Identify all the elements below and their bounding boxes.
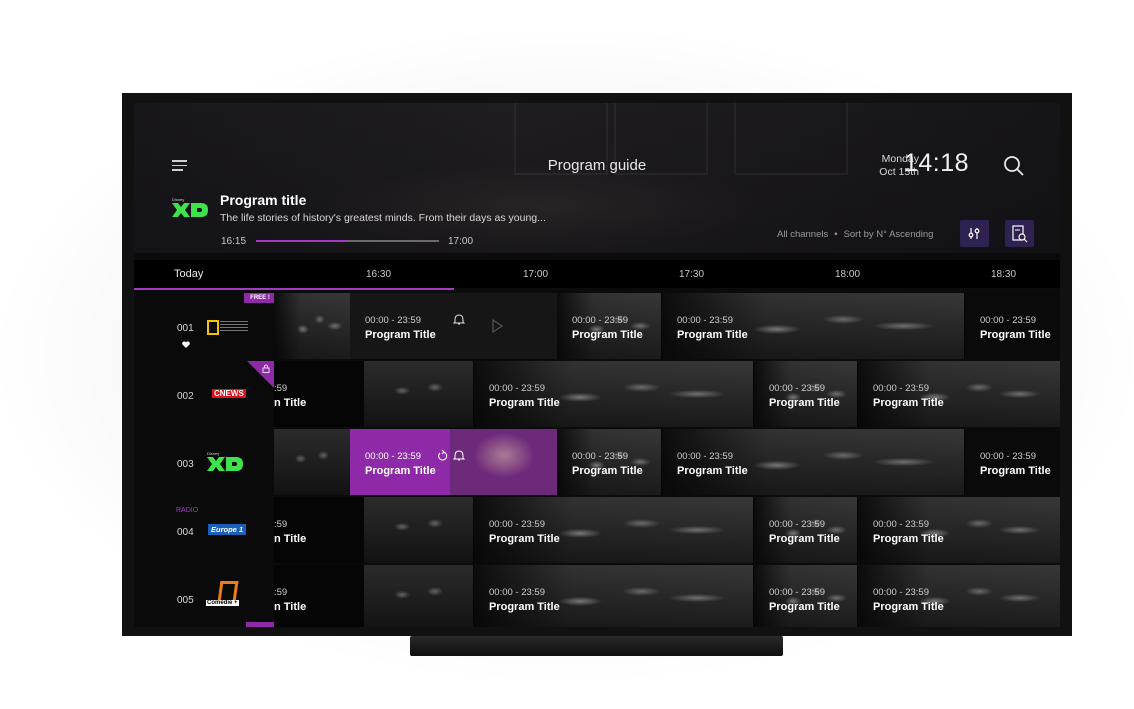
program-cell[interactable]: 00:00 - 23:59 Program Title bbox=[965, 429, 1060, 495]
program-cell[interactable]: :59 n Title bbox=[274, 361, 473, 427]
program-cell[interactable]: :59 n Title bbox=[274, 497, 473, 563]
favorite-heart-icon bbox=[182, 341, 190, 348]
free-badge: FREE ! bbox=[244, 293, 276, 303]
channel-number: 005 bbox=[177, 595, 194, 606]
channel-cell[interactable]: 003 Disney bbox=[134, 429, 274, 495]
sort-label: Sort by N° Ascending bbox=[843, 229, 934, 240]
tv-frame: Program guide Monday Oct 15th 14:18 Disn… bbox=[122, 93, 1072, 636]
channel-row: RADIO 004 Europe 1 :59 n Title 00:00 - 2… bbox=[134, 497, 1060, 563]
program-cell[interactable]: 00:00 - 23:59 Program Title bbox=[662, 429, 964, 495]
play-icon bbox=[492, 319, 504, 333]
bell-icon bbox=[452, 314, 466, 325]
filter-summary: All channels • Sort by N° Ascending bbox=[777, 229, 934, 240]
channel-number: 003 bbox=[177, 459, 194, 470]
filter-settings-button[interactable] bbox=[960, 220, 989, 247]
program-cell[interactable]: 00:00 - 23:59 Program Title bbox=[557, 293, 661, 359]
tv-stand bbox=[410, 636, 783, 656]
bottom-edge-indicator bbox=[246, 622, 274, 627]
timeline-slot: 16:30 bbox=[366, 269, 392, 280]
program-cell[interactable] bbox=[274, 429, 350, 495]
channel-number: 001 bbox=[177, 323, 194, 334]
hero-start-time: 16:15 bbox=[221, 236, 247, 247]
channel-cell[interactable]: RADIO 004 Europe 1 bbox=[134, 497, 274, 563]
program-cell[interactable]: 00:00 - 23:59 Program Title bbox=[662, 293, 964, 359]
channel-logo-cnews: CNEWS bbox=[212, 389, 246, 398]
channels-filter-label: All channels bbox=[777, 229, 829, 240]
program-cell-selected[interactable]: 00:00 - 23:59 Program Title bbox=[350, 429, 557, 495]
timeline-slot: 17:30 bbox=[679, 269, 705, 280]
channel-logo-xd: Disney bbox=[207, 451, 243, 471]
hero-end-time: 17:00 bbox=[448, 236, 474, 247]
channel-row: 003 Disney 00:00 - 23:59 Program Title 0… bbox=[134, 429, 1060, 495]
search-guide-button[interactable] bbox=[1005, 220, 1034, 247]
program-cell[interactable]: 00:00 - 23:59 Program Title bbox=[754, 361, 857, 427]
program-cell[interactable]: 00:00 - 23:59 Program Title bbox=[754, 497, 857, 563]
search-icon[interactable] bbox=[1003, 155, 1025, 177]
program-cell[interactable]: 00:00 - 23:59 Program Title bbox=[474, 361, 753, 427]
program-cell[interactable]: 00:00 - 23:59 Program Title bbox=[474, 497, 753, 563]
channel-number: 002 bbox=[177, 391, 194, 402]
channel-logo-xd: Disney bbox=[172, 197, 208, 217]
replay-icon bbox=[438, 449, 448, 461]
program-cell[interactable]: 00:00 - 23:59 Program Title bbox=[474, 565, 753, 627]
timeline-slot: 18:30 bbox=[991, 269, 1017, 280]
program-cell[interactable]: 00:00 - 23:59 Program Title bbox=[350, 293, 557, 359]
radio-tag: RADIO bbox=[176, 507, 199, 514]
program-guide-screen: Program guide Monday Oct 15th 14:18 Disn… bbox=[134, 103, 1060, 627]
hero-progress-bar bbox=[256, 240, 439, 242]
svg-text:Disney: Disney bbox=[172, 197, 184, 202]
timeline-today: Today bbox=[174, 268, 204, 280]
channel-number: 004 bbox=[177, 527, 194, 538]
channel-row: 005 Comedie + :59 n Title 00:00 - 23:59 … bbox=[134, 565, 1060, 627]
timeline-slot: 18:00 bbox=[835, 269, 861, 280]
channel-logo-comedie: Comedie + bbox=[206, 581, 246, 613]
program-cell[interactable] bbox=[274, 293, 350, 359]
program-cell[interactable]: :59 n Title bbox=[274, 565, 473, 627]
channel-cell[interactable]: 005 Comedie + bbox=[134, 565, 274, 627]
document-search-icon bbox=[1012, 225, 1028, 243]
current-time-line bbox=[134, 288, 454, 290]
timeline-header: Today 16:30 17:00 17:30 18:00 18:30 bbox=[134, 260, 1060, 288]
locked-indicator bbox=[247, 361, 275, 389]
lock-icon bbox=[262, 364, 270, 373]
channel-row: 002 CNEWS :59 n Title 00:00 - 23:59 Prog… bbox=[134, 361, 1060, 427]
hero-description: The life stories of history's greatest m… bbox=[220, 212, 546, 224]
timeline-slot: 17:00 bbox=[523, 269, 549, 280]
svg-text:Disney: Disney bbox=[207, 451, 219, 456]
clock: 14:18 bbox=[904, 149, 970, 177]
program-cell[interactable]: 00:00 - 23:59 Program Title bbox=[557, 429, 661, 495]
channel-row: 001 FREE ! 00:00 - 23:59 Program Title 0… bbox=[134, 293, 1060, 359]
program-cell[interactable]: 00:00 - 23:59 Program Title bbox=[858, 361, 1060, 427]
channel-logo-natgeo bbox=[207, 320, 219, 335]
program-cell[interactable]: 00:00 - 23:59 Program Title bbox=[858, 497, 1060, 563]
hero-program-title: Program title bbox=[220, 192, 307, 208]
channel-logo-europe1: Europe 1 bbox=[208, 524, 247, 535]
bell-icon bbox=[452, 450, 466, 461]
program-cell[interactable]: 00:00 - 23:59 Program Title bbox=[965, 293, 1060, 359]
program-cell[interactable]: 00:00 - 23:59 Program Title bbox=[754, 565, 857, 627]
sliders-icon bbox=[968, 228, 980, 239]
program-cell[interactable]: 00:00 - 23:59 Program Title bbox=[858, 565, 1060, 627]
